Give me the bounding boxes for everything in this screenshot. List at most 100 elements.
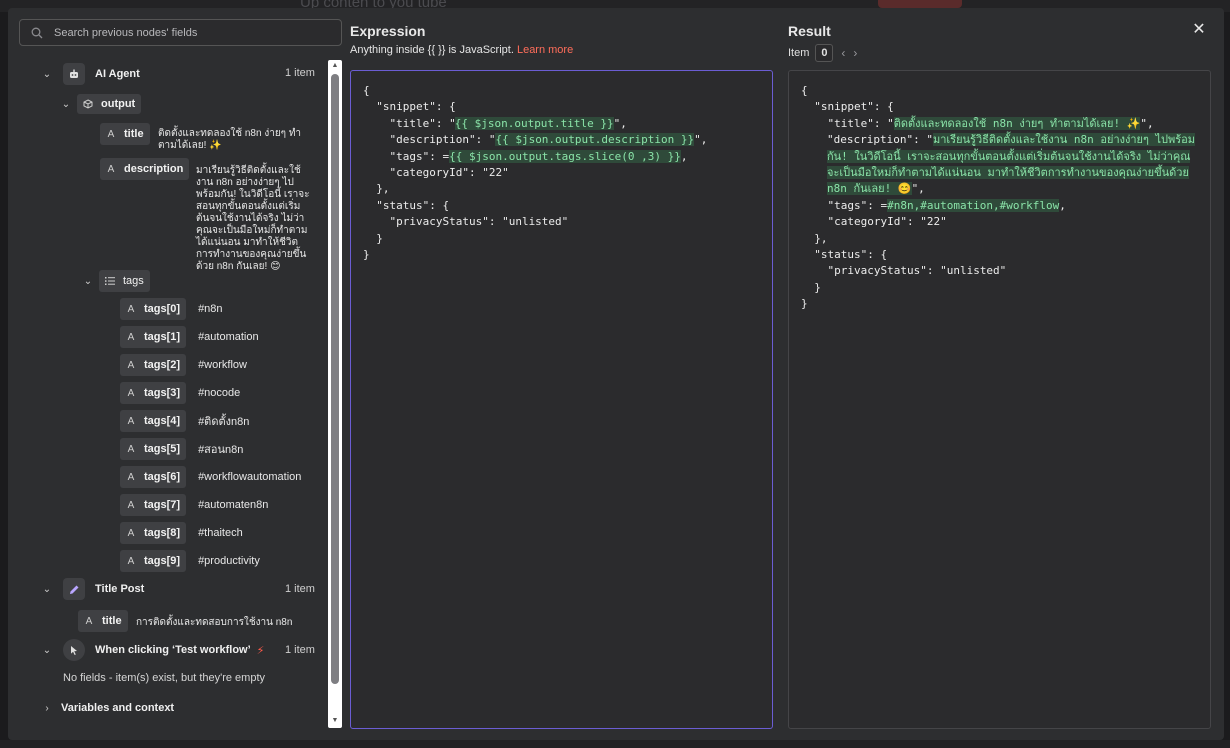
node-label: When clicking ‘Test workflow’ [95, 644, 251, 656]
close-icon[interactable]: ✕ [1191, 22, 1207, 38]
tag-pill[interactable]: Atags[9] [120, 550, 187, 572]
tag-value: #สอนn8n [198, 444, 244, 456]
chevron-down-icon[interactable]: ⌄ [41, 583, 53, 595]
scroll-up-arrow[interactable]: ▲ [330, 62, 340, 72]
variables-and-context[interactable]: › Variables and context [41, 702, 174, 714]
tag-item[interactable]: Atags[7] #automaten8n [120, 494, 268, 516]
item-count: 1 item [285, 644, 315, 656]
description-result: มาเรียนรู้วิธีติดตั้งและใช้งาน n8n อย่าง… [827, 133, 1196, 196]
node-test-workflow-trigger[interactable]: ⌄ When clicking ‘Test workflow’ ⚡ [41, 639, 264, 661]
tag-key: tags[3] [144, 387, 181, 399]
value-line: ต้นจนใช้งานได้จริง ไม่ว่า [196, 213, 305, 224]
scrollbar-thumb[interactable] [331, 74, 339, 684]
field-label: title [102, 615, 122, 627]
node-title-post[interactable]: ⌄ Title Post [41, 578, 144, 600]
field-value-description: มาเรียนรู้วิธีติดตั้งและใช้ งาน n8n อย่า… [196, 165, 316, 273]
tag-value: #automation [198, 331, 259, 343]
tag-item[interactable]: Atags[8] #thaitech [120, 522, 243, 544]
tag-item[interactable]: Atags[6] #workflowautomation [120, 466, 301, 488]
output-pill[interactable]: output [77, 94, 142, 114]
tag-key: tags[6] [144, 471, 181, 483]
tags-pill[interactable]: tags [99, 270, 150, 292]
title-pill[interactable]: A title [78, 610, 128, 632]
tag-item[interactable]: Atags[2] #workflow [120, 354, 247, 376]
tag-value: #n8n [198, 303, 223, 315]
field-title-post-title[interactable]: A title [78, 610, 128, 632]
value-line: ได้แน่นอน มาทำให้ชีวิต [196, 237, 299, 248]
chevron-down-icon[interactable]: ⌄ [82, 275, 94, 287]
tag-item[interactable]: Atags[9] #productivity [120, 550, 260, 572]
tag-item[interactable]: Atags[5] #สอนn8n [120, 438, 243, 460]
tag-pill[interactable]: Atags[6] [120, 466, 187, 488]
learn-more-link[interactable]: Learn more [517, 44, 573, 56]
text-type-icon: A [127, 415, 135, 427]
item-index-input[interactable]: 0 [815, 44, 834, 62]
tag-key: tags[9] [144, 555, 181, 567]
field-description[interactable]: A description [100, 158, 190, 180]
text-type-icon: A [127, 331, 135, 343]
tag-item[interactable]: Atags[0] #n8n [120, 298, 223, 320]
field-tags[interactable]: ⌄ tags [82, 270, 150, 292]
tag-pill[interactable]: Atags[8] [120, 522, 187, 544]
title-pill[interactable]: A title [100, 123, 150, 145]
tag-pill[interactable]: Atags[7] [120, 494, 187, 516]
privacy-result: "unlisted" [940, 264, 1007, 278]
tag-key: tags[5] [144, 443, 181, 455]
chevron-left-icon[interactable]: ‹ [841, 46, 845, 60]
tag-value: #ติดตั้งn8n [198, 416, 250, 428]
result-json: { "snippet": { "title": "ติดตั้งและทดลอง… [801, 84, 1196, 311]
text-type-icon: A [127, 471, 135, 483]
category-result: "22" [920, 215, 947, 229]
tag-item[interactable]: Atags[3] #nocode [120, 382, 240, 404]
result-preview: { "snippet": { "title": "ติดตั้งและทดลอง… [788, 70, 1211, 729]
text-type-icon: A [85, 615, 93, 627]
tag-value: #nocode [198, 387, 241, 399]
value-line: พร้อมกัน! ในวิดีโอนี้ เราจะ [196, 189, 310, 200]
lightning-icon: ⚡ [256, 644, 265, 657]
field-value: ติดตั้งและทดลองใช้ n8n ง่ายๆ ทำตามได้เลย… [158, 128, 302, 151]
tag-pill[interactable]: Atags[2] [120, 354, 187, 376]
hint-text: Anything inside {{ }} is JavaScript. [350, 44, 514, 56]
robot-icon [63, 63, 85, 85]
tag-key: tags[7] [144, 499, 181, 511]
chevron-down-icon[interactable]: ⌄ [41, 68, 53, 80]
chevron-right-icon[interactable]: › [853, 46, 857, 60]
field-output[interactable]: ⌄ output [60, 94, 142, 114]
expression-hint: Anything inside {{ }} is JavaScript. Lea… [350, 44, 573, 56]
tag-key: tags[2] [144, 359, 181, 371]
field-label: tags [123, 275, 144, 287]
text-type-icon: A [127, 303, 135, 315]
empty-fields-message: No fields - item(s) exist, but they're e… [63, 672, 265, 684]
node-label: Variables and context [61, 702, 175, 714]
scroll-down-arrow[interactable]: ▼ [330, 717, 340, 727]
tag-pill[interactable]: Atags[1] [120, 326, 187, 348]
tag-pill[interactable]: Atags[5] [120, 438, 187, 460]
tag-pill[interactable]: Atags[3] [120, 382, 187, 404]
text-type-icon: A [107, 163, 115, 175]
tag-key: tags[0] [144, 303, 181, 315]
tag-pill[interactable]: Atags[4] [120, 410, 187, 432]
result-item-selector: Item 0 ‹ › [788, 44, 857, 62]
tree-scrollbar[interactable]: ▲ ▼ [328, 60, 342, 728]
tag-value: #automaten8n [198, 499, 269, 511]
field-title[interactable]: A title [100, 123, 150, 145]
description-pill[interactable]: A description [100, 158, 190, 180]
value-line: มาเรียนรู้วิธีติดตั้งและใช้ [196, 165, 301, 176]
tag-pill[interactable]: Atags[0] [120, 298, 187, 320]
item-count: 1 item [285, 583, 315, 595]
field-label: title [124, 128, 144, 140]
node-label: Title Post [95, 583, 145, 595]
chevron-right-icon[interactable]: › [41, 702, 53, 714]
text-type-icon: A [127, 499, 135, 511]
chevron-down-icon[interactable]: ⌄ [41, 644, 53, 656]
result-title: Result [788, 23, 831, 39]
tag-item[interactable]: Atags[4] #ติดตั้งn8n [120, 410, 249, 432]
tag-item[interactable]: Atags[1] #automation [120, 326, 259, 348]
expression-code[interactable]: { "snippet": { "title": "{{ $json.output… [363, 83, 707, 263]
chevron-down-icon[interactable]: ⌄ [60, 98, 72, 110]
value-line: คุณจะเป็นมือใหม่ก็ทำตาม [196, 225, 308, 236]
node-ai-agent[interactable]: ⌄ AI Agent [41, 63, 140, 85]
value-line: ด้วย n8n กันเลย! 😊 [196, 261, 281, 272]
item-count: 1 item [285, 67, 315, 79]
expression-editor[interactable]: { "snippet": { "title": "{{ $json.output… [350, 70, 773, 729]
